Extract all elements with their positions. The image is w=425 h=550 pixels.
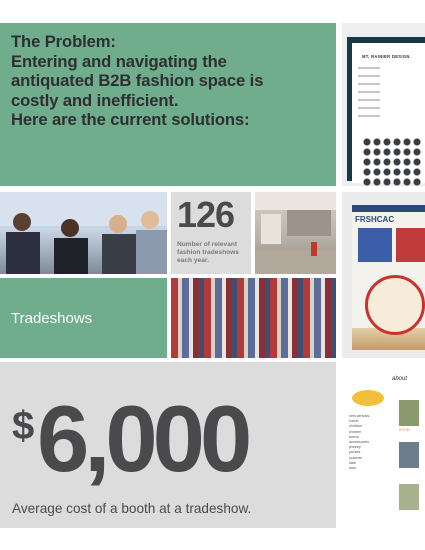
site-brand: MT. RAINIER DESIGN xyxy=(362,54,410,59)
product-grid xyxy=(362,137,422,186)
tradeshow-count: 126 xyxy=(177,194,235,235)
problem-line: costly and inefficient. xyxy=(11,90,179,110)
tradeshows-label-panel: Tradeshows xyxy=(0,278,167,358)
showroom-illustration xyxy=(255,192,336,274)
problem-heading: The Problem: xyxy=(11,32,116,51)
site-menu xyxy=(358,67,388,123)
site-logo: FRSHCAC xyxy=(355,215,395,224)
clothing-rack-photo xyxy=(171,278,336,358)
people-illustration xyxy=(0,192,167,274)
tradeshow-count-stat: 126 Number of relevant fashion tradeshow… xyxy=(171,192,251,274)
website-screenshot-1: MT. RAINIER DESIGN xyxy=(342,23,425,186)
booth-cost-caption: Average cost of a booth at a tradeshow. xyxy=(12,501,252,516)
booth-cost-amount: 6,000 xyxy=(37,386,252,491)
site-nav: new arrivals home children women tunics … xyxy=(349,414,389,471)
tradeshows-label: Tradeshows xyxy=(11,310,93,327)
website-screenshot-3: about new arrivals home children women t… xyxy=(342,362,425,528)
site-logo-oval xyxy=(352,390,384,406)
problem-line: Here are the current solutions: xyxy=(11,110,250,129)
product-price: $74.95 xyxy=(399,428,410,432)
nav-item: men xyxy=(349,466,357,471)
product-tile xyxy=(358,228,392,262)
showroom-photo xyxy=(255,192,336,274)
product-thumbnail xyxy=(399,442,419,468)
promo-badge xyxy=(365,275,425,335)
product-tile xyxy=(396,228,425,262)
problem-panel: The Problem: Entering and navigating the… xyxy=(0,23,336,186)
browser-bar xyxy=(352,205,425,212)
product-thumbnail xyxy=(399,400,419,426)
dollar-sign: $ xyxy=(12,404,35,448)
tradeshow-people-photo xyxy=(0,192,167,274)
website-screenshot-2: FRSHCAC xyxy=(342,192,425,358)
booth-cost-panel: $ 6,000 Average cost of a booth at a tra… xyxy=(0,362,336,528)
tradeshow-count-description: Number of relevant fashion tradeshows ea… xyxy=(177,241,239,264)
site-section-title: about xyxy=(392,376,408,382)
problem-line: antiquated B2B fashion space is xyxy=(11,71,264,90)
problem-line: Entering and navigating the xyxy=(11,51,227,71)
product-thumbnail xyxy=(399,484,419,510)
